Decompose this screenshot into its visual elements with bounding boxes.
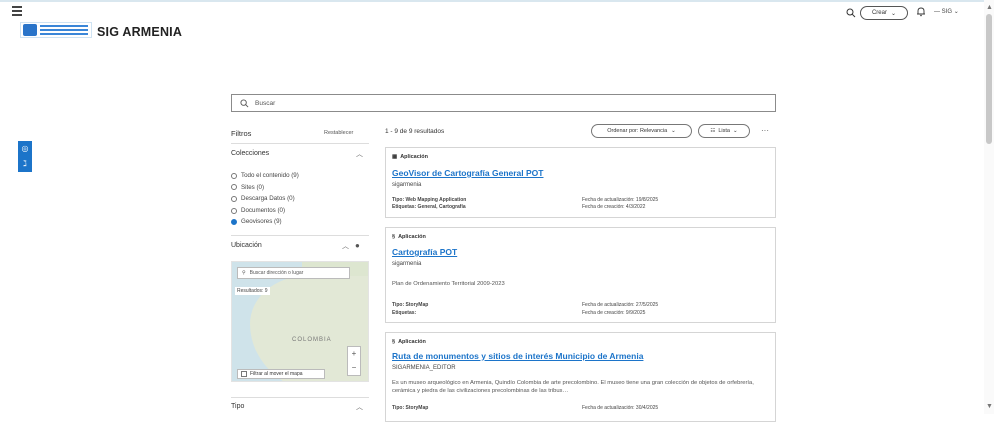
view-dropdown[interactable]: ☷ Lista ⌄	[698, 124, 750, 138]
item-updated-date: Fecha de actualización: 19/8/2025	[582, 197, 659, 203]
item-type: ▦ Aplicación	[392, 154, 429, 160]
radio-button-selected[interactable]	[231, 219, 237, 226]
top-accent-line	[0, 0, 994, 2]
site-logo[interactable]	[20, 22, 92, 38]
zoom-in-button[interactable]: +	[348, 347, 360, 361]
scroll-up-icon[interactable]: ▲	[986, 4, 993, 11]
item-created-date: Fecha de creación: 4/3/2022	[582, 204, 646, 210]
search-input[interactable]: Buscar	[231, 94, 776, 112]
collection-option[interactable]: Descarga Datos (0)	[231, 193, 299, 205]
collections-list: Todo el contenido (9) Sites (0) Descarga…	[231, 170, 299, 228]
create-label: Crear	[871, 10, 887, 16]
page-scrollbar[interactable]: ▲ ▼	[984, 0, 994, 414]
item-title-link[interactable]: Cartografía POT	[392, 247, 457, 257]
list-view-icon: ☷	[710, 128, 716, 134]
map-results-count: Resultados: 9	[235, 287, 270, 295]
checkbox[interactable]	[241, 371, 247, 377]
more-options-icon[interactable]: ···	[761, 126, 769, 135]
chevron-up-icon[interactable]: ︿	[342, 241, 349, 251]
item-title-link[interactable]: GeoVisor de Cartografía General POT	[392, 168, 543, 178]
result-card: § Aplicación Cartografía POT sigarmenia …	[385, 227, 776, 323]
collection-option[interactable]: Todo el contenido (9)	[231, 170, 299, 182]
info-icon[interactable]: ◎	[18, 141, 32, 156]
item-type-meta: Tipo: StoryMap	[392, 302, 429, 308]
chevron-down-icon: ⌄	[732, 128, 738, 134]
storymap-icon: §	[392, 339, 396, 345]
type-heading[interactable]: Tipo	[231, 403, 244, 410]
item-description: Es un museo arqueológico en Armenia, Qui…	[392, 380, 754, 394]
map-zoom-control: + −	[347, 346, 361, 376]
create-button[interactable]: Crear ⌄	[860, 6, 908, 20]
rss-icon[interactable]: ℷ	[18, 156, 32, 171]
location-heading[interactable]: Ubicación	[231, 242, 262, 249]
item-type: § Aplicación	[392, 339, 426, 345]
item-owner[interactable]: sigarmenia	[392, 182, 421, 188]
collection-option[interactable]: Geovisores (9)	[231, 216, 299, 228]
result-card: ▦ Aplicación GeoVisor de Cartografía Gen…	[385, 147, 776, 218]
sort-dropdown[interactable]: Ordenar por: Relevancia ⌄	[591, 124, 692, 138]
chevron-down-icon: ⌄	[671, 128, 676, 134]
menu-icon[interactable]	[12, 6, 22, 16]
info-dot-icon[interactable]: ●	[355, 241, 360, 250]
item-type-meta: Tipo: Web Mapping Application	[392, 197, 467, 203]
radio-button[interactable]	[231, 184, 237, 191]
user-menu[interactable]: — SIG ⌄	[934, 8, 959, 15]
reset-filters-button[interactable]: Restablecer	[324, 130, 353, 136]
filters-heading: Filtros	[231, 129, 252, 138]
item-title-link[interactable]: Ruta de monumentos y sitios de interés M…	[392, 351, 643, 361]
item-type: § Aplicación	[392, 234, 426, 240]
item-owner[interactable]: SIGARMENIA_EDITOR	[392, 365, 456, 371]
collections-heading[interactable]: Colecciones	[231, 150, 269, 157]
collection-option[interactable]: Sites (0)	[231, 182, 299, 194]
search-icon[interactable]	[846, 8, 856, 18]
divider	[231, 397, 369, 398]
collection-option[interactable]: Documentos (0)	[231, 205, 299, 217]
chevron-down-icon: ⌄	[953, 9, 959, 15]
radio-button[interactable]	[231, 207, 237, 214]
scroll-down-icon[interactable]: ▼	[986, 403, 993, 410]
item-owner[interactable]: sigarmenia	[392, 261, 421, 267]
filter-on-move-checkbox[interactable]: Filtrar al mover el mapa	[237, 369, 325, 379]
user-label: SIG	[941, 9, 953, 15]
item-updated-date: Fecha de actualización: 30/4/2025	[582, 405, 659, 411]
result-card: § Aplicación Ruta de monumentos y sitios…	[385, 332, 776, 422]
storymap-icon: §	[392, 234, 396, 240]
divider	[231, 143, 369, 144]
item-type-meta: Tipo: StoryMap	[392, 405, 429, 411]
item-tags: Etiquetas:	[392, 310, 417, 316]
app-grid-icon: ▦	[392, 154, 398, 160]
chevron-up-icon[interactable]: ︿	[356, 149, 363, 159]
site-title[interactable]: SIG ARMENIA	[97, 25, 182, 39]
results-count: 1 - 9 de 9 resultados	[385, 128, 445, 135]
zoom-out-button[interactable]: −	[348, 361, 360, 375]
search-icon: ⚲	[242, 270, 246, 276]
item-created-date: Fecha de creación: 9/9/2025	[582, 310, 646, 316]
radio-button[interactable]	[231, 195, 237, 202]
notifications-bell-icon[interactable]	[916, 6, 926, 17]
chevron-down-icon: ⌄	[890, 10, 897, 17]
map-search-input[interactable]: ⚲ Buscar dirección o lugar	[237, 267, 350, 279]
divider	[231, 235, 369, 236]
item-description: Plan de Ordenamiento Territorial 2009-20…	[392, 281, 505, 287]
search-placeholder: Buscar	[255, 99, 276, 107]
chevron-up-icon[interactable]: ︿	[356, 402, 363, 412]
map-country-label: COLOMBIA	[292, 337, 332, 343]
floating-side-panel[interactable]: ◎ ℷ	[18, 141, 32, 172]
item-updated-date: Fecha de actualización: 27/5/2025	[582, 302, 659, 308]
scrollbar-thumb[interactable]	[986, 14, 992, 144]
location-map[interactable]: COLOMBIA ⚲ Buscar dirección o lugar Resu…	[231, 261, 369, 382]
search-icon	[240, 98, 249, 107]
radio-button[interactable]	[231, 172, 237, 179]
avatar: —	[934, 9, 940, 15]
item-tags: Etiquetas: General, Cartografía	[392, 204, 466, 210]
